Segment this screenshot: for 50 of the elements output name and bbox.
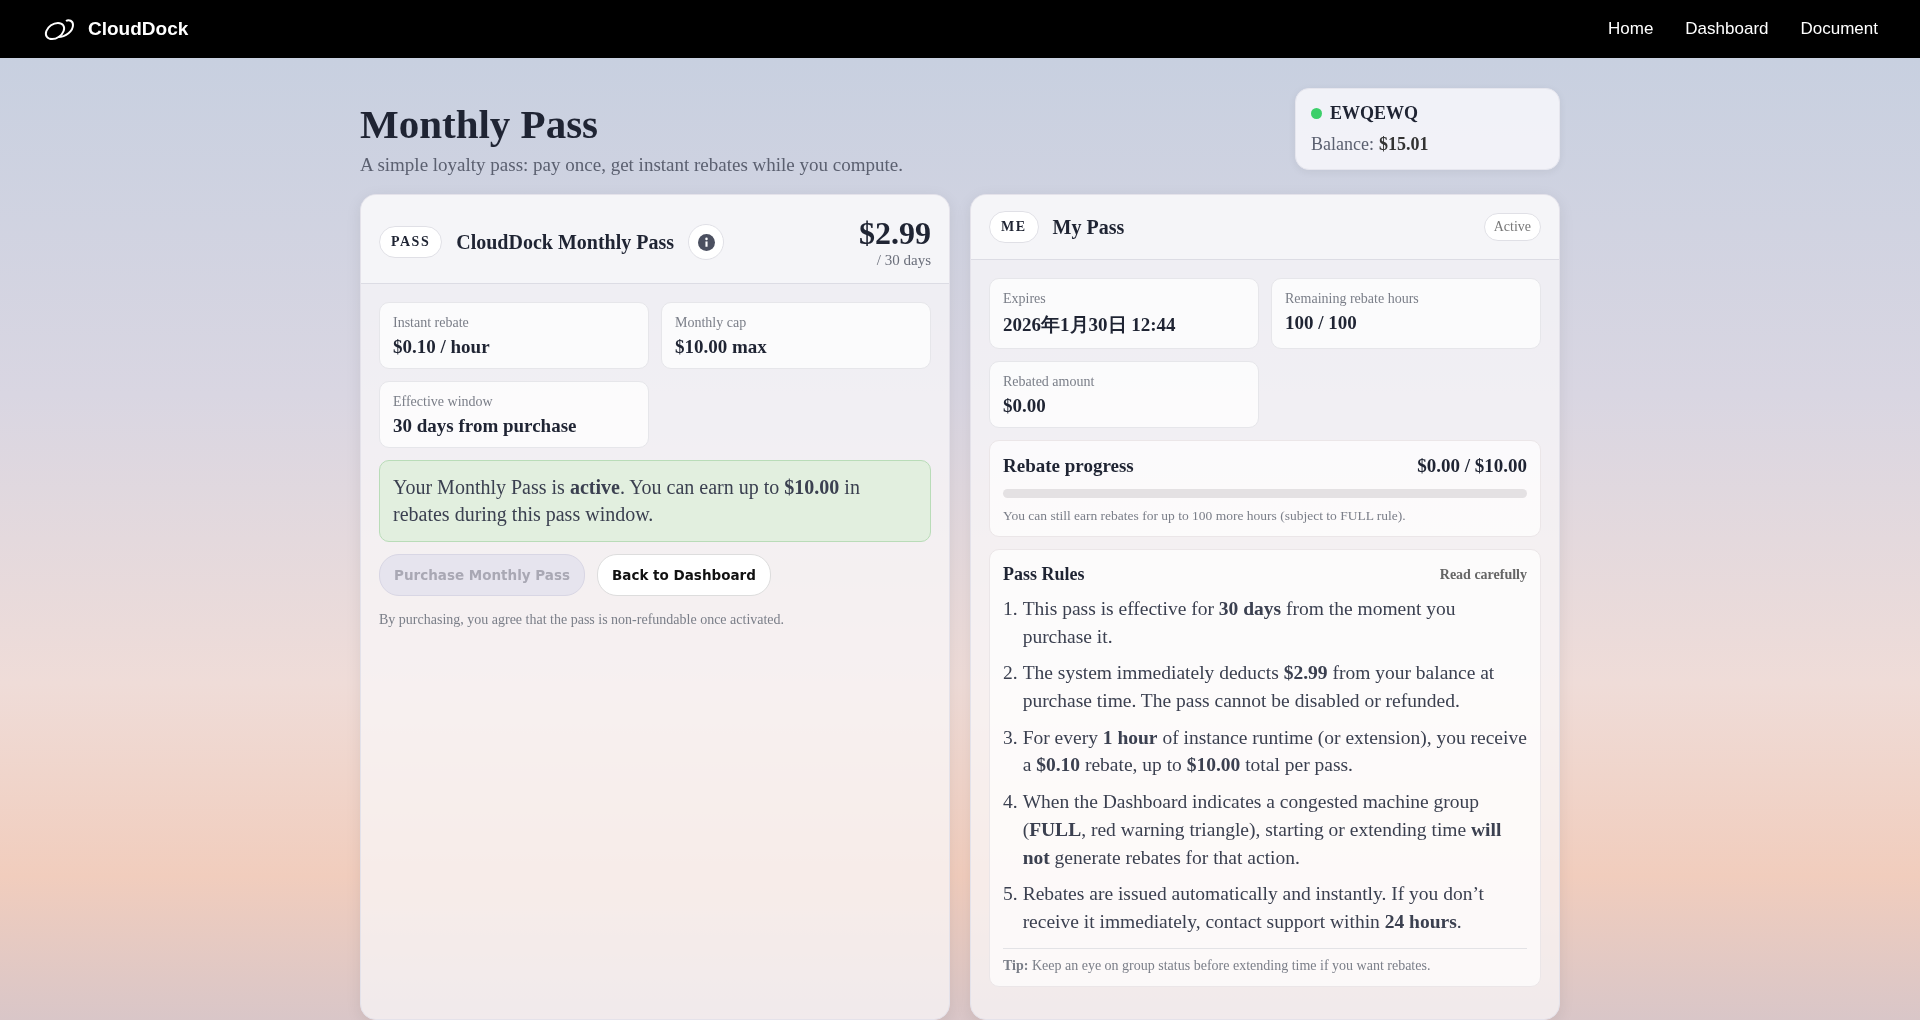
card-title: CloudDock Monthly Pass [456, 230, 674, 254]
info-icon [697, 233, 715, 251]
disclaimer-text: By purchasing, you agree that the pass is non-refundable once activated. [379, 612, 786, 628]
logo-icon [42, 17, 76, 41]
progress-note: You can still earn rebates for up to 100 more hours (subject to FULL rule). [1003, 508, 1407, 524]
stat-label: Effective window [393, 394, 494, 410]
progress-reading: $0.00 / $10.00 [1417, 455, 1527, 477]
info-button[interactable] [688, 224, 724, 260]
rules-title: Pass Rules [1003, 564, 1085, 585]
stat-value: 100 / 100 [1285, 312, 1358, 334]
tip-text: Tip: Keep an eye on group status before extending time if you want rebates. [1003, 947, 1527, 974]
me-tag: ME [989, 211, 1039, 243]
stat-label: Instant rebate [393, 315, 470, 331]
nav-link[interactable]: Home [1608, 19, 1654, 39]
stat-label: Rebated amount [1003, 374, 1096, 390]
rule-number: 4. [1003, 790, 1018, 815]
nav-link[interactable]: Dashboard [1685, 19, 1769, 39]
page-subtitle: A simple loyalty pass: pay once, get instant rebates while you compute. [360, 154, 903, 176]
stat-label: Monthly cap [675, 315, 748, 331]
stat-value: 2026年1月30日 12:44 [1003, 313, 1177, 337]
stat-value: $0.10 / hour [393, 336, 491, 358]
status-notice: Your Monthly Pass is active. You can earn up to $10.00 in rebates during this pass window. [379, 460, 931, 542]
rule-number: 5. [1003, 882, 1018, 907]
rule-text: When the Dashboard indicates a congested machine group (FULL, red warning triangle), starting or extending time will not generate rebates for that action. [1022, 790, 1503, 870]
rule-number: 2. [1003, 661, 1018, 686]
price: $2.99 [859, 215, 931, 252]
status-badge: Active [1483, 213, 1541, 241]
nav-link[interactable]: Document [1800, 19, 1878, 39]
brand-name[interactable]: CloudDock [88, 18, 189, 40]
rules-hint: Read carefully [1439, 566, 1527, 583]
rule-text: The system immediately deducts $2.99 from your balance at purchase time. The pass cannot be disabled or refunded. [1022, 661, 1496, 714]
account-name: EWQEWQ [1330, 103, 1418, 124]
stat-label: Remaining rebate hours [1285, 291, 1420, 307]
page-title: Monthly Pass [360, 100, 600, 148]
stat-value: $10.00 max [675, 336, 768, 358]
balance-value: $15.01 [1378, 134, 1429, 155]
rule-number: 3. [1003, 725, 1018, 750]
pass-tag: PASS [379, 226, 443, 258]
rule-text: For every 1 hour of instance runtime (or extension), you receive a $0.10 rebate, up to $10.00 total per pass. [1022, 725, 1527, 778]
stat-label: Expires [1003, 291, 1047, 307]
back-button[interactable]: Back to Dashboard [597, 554, 771, 596]
rule-text: This pass is effective for 30 days from the moment you purchase it. [1022, 597, 1457, 649]
card-title: My Pass [1052, 215, 1125, 239]
stat-value: $0.00 [1003, 395, 1047, 417]
price-period: / 30 days [875, 252, 931, 269]
rule-text: Rebates are issued automatically and instantly. If you don’t receive it immediately, contact support within 24 hours. [1022, 882, 1485, 934]
progress-title: Rebate progress [1003, 455, 1134, 477]
stat-value: 30 days from purchase [393, 415, 578, 437]
rule-number: 1. [1003, 597, 1018, 621]
balance-label: Balance: [1311, 134, 1374, 155]
